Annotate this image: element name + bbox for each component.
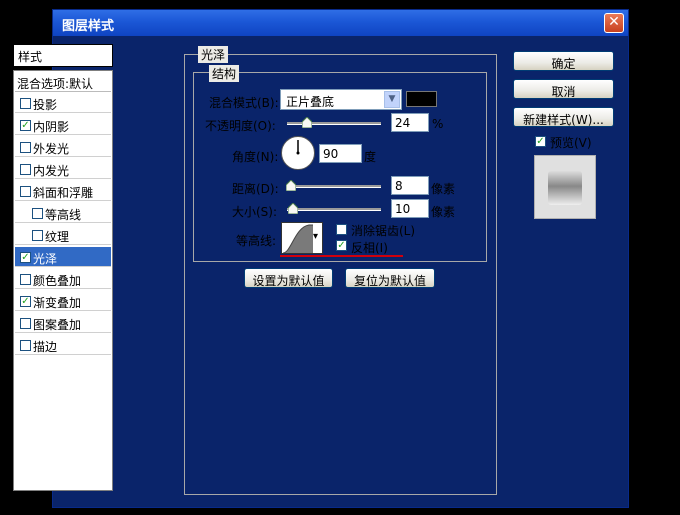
size-label: 大小(S): (232, 205, 278, 219)
anti-alias-checkbox[interactable] (336, 224, 347, 235)
item-divider (15, 332, 111, 333)
title-bar[interactable]: 图层样式 ✕ (53, 10, 628, 36)
contour-dropdown-icon[interactable]: ▾ (313, 231, 318, 242)
style-item-label: 纹理 (45, 230, 70, 244)
style-item-checkbox[interactable] (20, 274, 31, 285)
style-item[interactable]: ✓ 渐变叠加 (15, 291, 111, 311)
invert-checkbox[interactable]: ✓ (336, 240, 347, 251)
angle-dial[interactable] (281, 136, 315, 170)
style-item-label: 等高线 (45, 208, 82, 222)
item-divider (15, 222, 111, 223)
item-divider (15, 354, 111, 355)
style-item-checkbox[interactable] (20, 340, 31, 351)
style-item-label: 描边 (33, 340, 58, 354)
opacity-slider-thumb[interactable] (302, 117, 312, 128)
blend-mode-label: 混合模式(B): (209, 96, 279, 110)
cancel-button[interactable]: 取消 (513, 79, 614, 99)
angle-unit: 度 (364, 150, 377, 164)
style-item[interactable]: 纹理 (15, 225, 111, 245)
style-item[interactable]: 外发光 (15, 137, 111, 157)
contour-curve-icon (283, 224, 313, 253)
distance-label: 距离(D): (232, 182, 279, 196)
item-divider (15, 178, 111, 179)
style-item-checkbox[interactable] (20, 186, 31, 197)
angle-label: 角度(N): (232, 150, 279, 164)
style-item-checkbox[interactable] (20, 142, 31, 153)
item-divider (15, 112, 111, 113)
style-preview (534, 155, 596, 219)
style-item-checkbox[interactable]: ✓ (20, 252, 31, 263)
style-item-label: 颜色叠加 (33, 274, 82, 288)
distance-unit: 像素 (431, 182, 456, 196)
style-item-checkbox[interactable] (20, 318, 31, 329)
size-input[interactable]: 10 (391, 199, 429, 218)
style-item-label: 图案叠加 (33, 318, 82, 332)
dialog-title: 图层样式 (62, 19, 115, 34)
preview-swatch (548, 171, 582, 205)
style-item-label: 内阴影 (33, 120, 70, 134)
structure-group-title: 结构 (209, 65, 240, 82)
item-divider (15, 288, 111, 289)
style-item-checkbox[interactable] (20, 98, 31, 109)
style-item-checkbox[interactable]: ✓ (20, 296, 31, 307)
style-item[interactable]: 图案叠加 (15, 313, 111, 333)
style-item-label: 投影 (33, 98, 58, 112)
style-item[interactable]: ✓ 内阴影 (15, 115, 111, 135)
style-item-label: 内发光 (33, 164, 70, 178)
style-item-label: 渐变叠加 (33, 296, 82, 310)
preview-checkbox[interactable]: ✓ (535, 136, 546, 147)
satin-group-title: 光泽 (198, 46, 229, 63)
item-divider (15, 200, 111, 201)
contour-picker[interactable]: ▾ (281, 222, 323, 254)
item-divider (15, 156, 111, 157)
style-item[interactable]: 斜面和浮雕 (15, 181, 111, 201)
distance-slider-thumb[interactable] (286, 180, 296, 191)
invert-label: 反相(I) (351, 241, 388, 255)
item-divider (15, 266, 111, 267)
style-list: 混合选项:默认 投影 ✓ 内阴影 外发光 内发光 斜面和浮雕 等高线 纹理 ✓ 光泽 颜色叠加 ✓ 渐变… (13, 70, 113, 491)
blend-mode-value: 正片叠底 (286, 95, 335, 109)
size-slider-track[interactable] (287, 208, 381, 211)
chevron-down-icon: ▼ (384, 91, 400, 108)
style-item-label: 斜面和浮雕 (33, 186, 94, 200)
set-default-button[interactable]: 设置为默认值 (244, 268, 333, 288)
style-item[interactable]: 颜色叠加 (15, 269, 111, 289)
distance-input[interactable]: 8 (391, 176, 429, 195)
angle-dial-needle-icon (296, 140, 300, 155)
blend-mode-select[interactable]: 正片叠底 ▼ (280, 89, 402, 110)
close-icon[interactable]: ✕ (604, 13, 624, 33)
contour-label: 等高线: (236, 234, 277, 248)
ok-button[interactable]: 确定 (513, 51, 614, 71)
item-divider (15, 244, 111, 245)
size-slider-thumb[interactable] (288, 203, 298, 214)
opacity-input[interactable]: 24 (391, 113, 429, 132)
style-item-label: 光泽 (33, 252, 58, 266)
opacity-label: 不透明度(O): (205, 119, 276, 133)
style-item[interactable]: ✓ 光泽 (15, 247, 111, 267)
item-divider (15, 310, 111, 311)
style-item-checkbox[interactable] (32, 208, 43, 219)
style-item-checkbox[interactable] (20, 164, 31, 175)
styles-header[interactable]: 样式 (13, 44, 113, 67)
style-item-label: 外发光 (33, 142, 70, 156)
distance-slider-track[interactable] (287, 185, 381, 188)
style-item[interactable]: 投影 (15, 93, 111, 113)
angle-input[interactable]: 90 (319, 144, 362, 163)
style-item-checkbox[interactable] (32, 230, 43, 241)
style-item-checkbox[interactable]: ✓ (20, 120, 31, 131)
opacity-unit: % (432, 117, 444, 131)
style-item[interactable]: 内发光 (15, 159, 111, 179)
anti-alias-label: 消除锯齿(L) (351, 224, 416, 238)
highlight-underline (280, 255, 403, 257)
style-item[interactable]: 等高线 (15, 203, 111, 223)
blend-color-swatch[interactable] (406, 91, 437, 107)
size-unit: 像素 (431, 205, 456, 219)
reset-default-button[interactable]: 复位为默认值 (345, 268, 435, 288)
new-style-button[interactable]: 新建样式(W)... (513, 107, 614, 127)
item-divider (15, 134, 111, 135)
preview-label: 预览(V) (550, 136, 592, 150)
style-item[interactable]: 描边 (15, 335, 111, 355)
blend-options-item[interactable]: 混合选项:默认 (15, 72, 111, 92)
